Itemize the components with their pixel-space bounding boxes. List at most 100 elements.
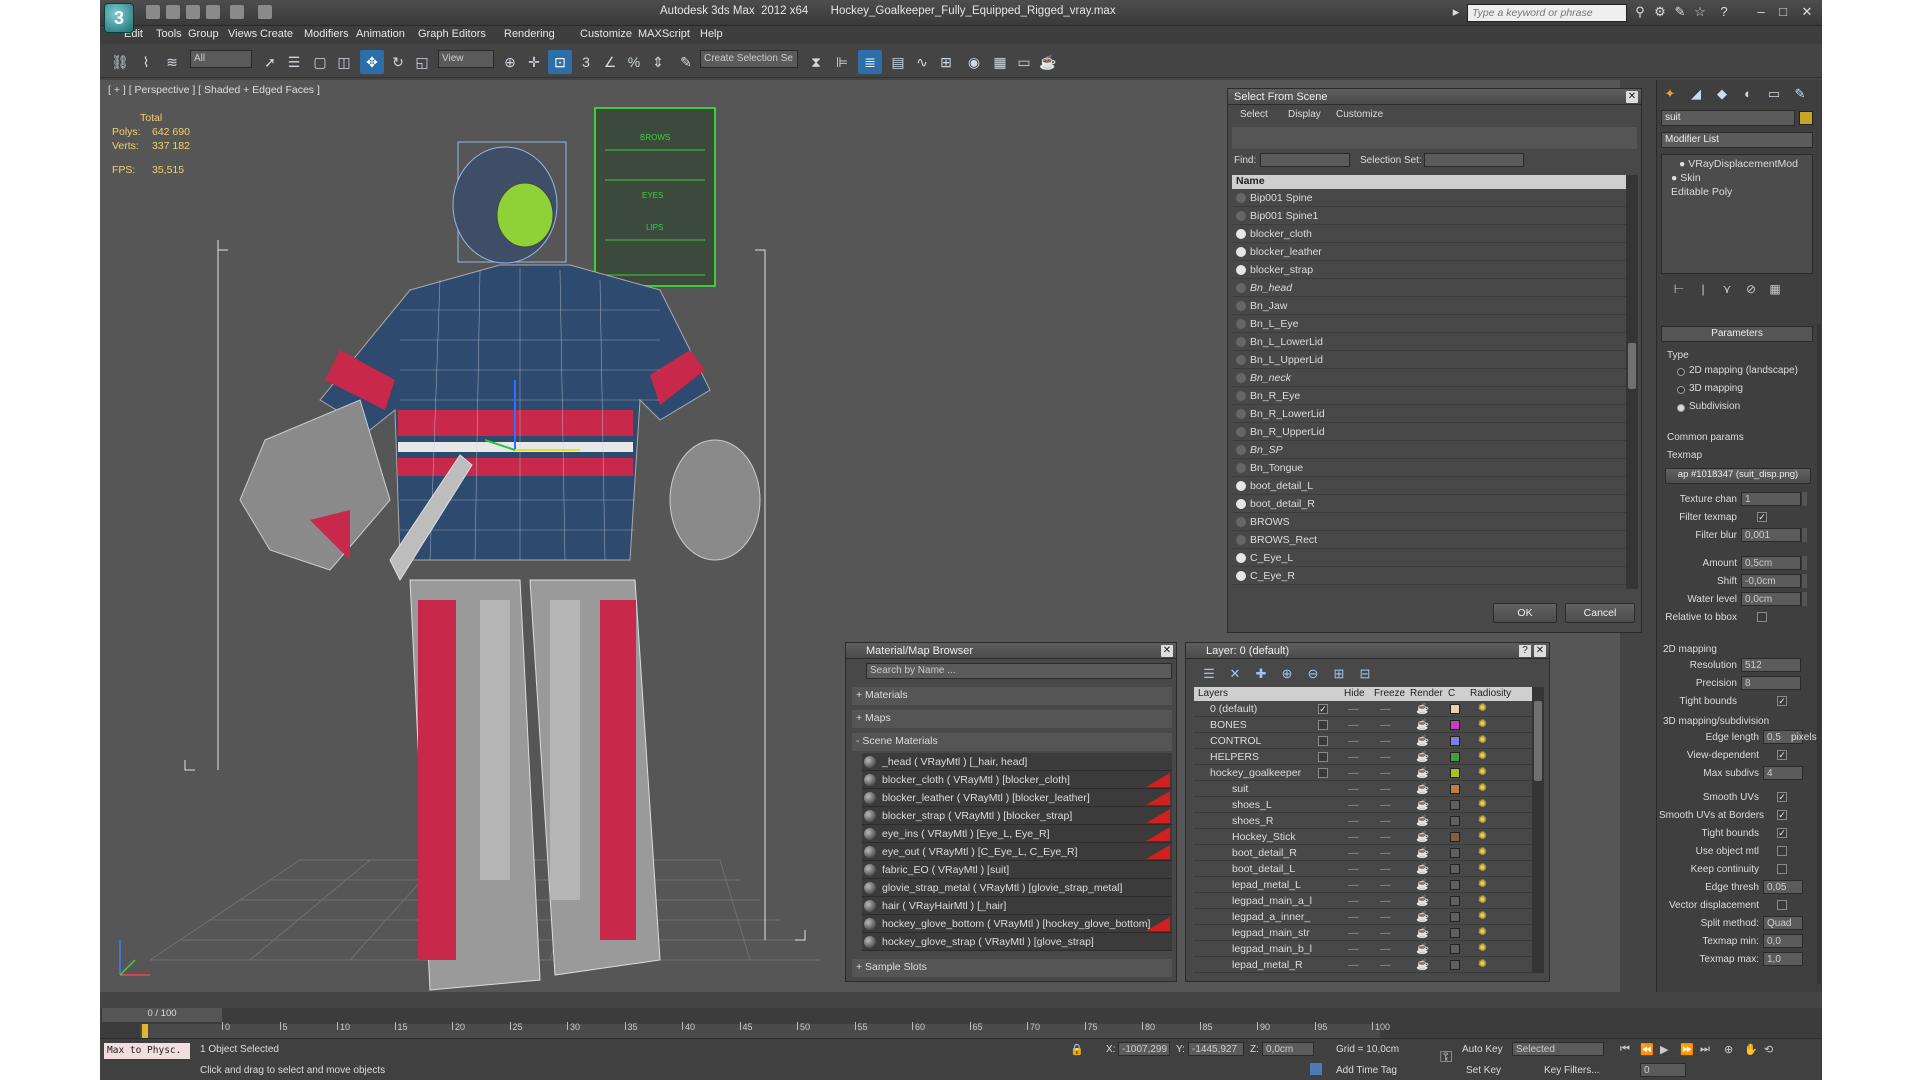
resolution-field[interactable]: 512 bbox=[1741, 658, 1801, 672]
edit-named-selection-icon[interactable]: ✎ bbox=[674, 50, 698, 74]
percent-snap-icon[interactable]: % bbox=[622, 50, 646, 74]
ok-button[interactable]: OK bbox=[1493, 603, 1557, 623]
list-scrollbar[interactable] bbox=[1626, 175, 1638, 589]
stack-tool-icon-4[interactable]: ▦ bbox=[1767, 282, 1783, 298]
stack-tool-icon-1[interactable]: | bbox=[1695, 282, 1711, 298]
time-slider[interactable]: 0 / 100 bbox=[102, 1008, 222, 1022]
scrollbar-thumb[interactable] bbox=[1534, 701, 1542, 781]
stack-tool-icon-0[interactable]: ⊢ bbox=[1671, 282, 1687, 298]
freeze-toggle[interactable]: — bbox=[1380, 959, 1391, 971]
list-item[interactable]: blocker_strap ( VRayMtl ) [blocker_strap… bbox=[862, 807, 1172, 825]
filter-blur-field[interactable]: 0,001 bbox=[1741, 528, 1801, 542]
dialog-menu-select[interactable]: Select bbox=[1240, 109, 1268, 120]
table-row[interactable]: Hockey_Stick — — ☕ ✺ bbox=[1194, 829, 1532, 845]
layer-color-swatch[interactable] bbox=[1450, 800, 1460, 810]
amount-field[interactable]: 0,5cm bbox=[1741, 556, 1801, 570]
render-teapot-icon[interactable]: ☕ bbox=[1416, 878, 1429, 891]
list-item[interactable]: Bn_L_LowerLid bbox=[1232, 333, 1626, 351]
table-row[interactable]: shoes_R — — ☕ ✺ bbox=[1194, 813, 1532, 829]
max-subdivs-field[interactable]: 4 bbox=[1763, 766, 1803, 780]
goto-start-icon[interactable]: ⏮ bbox=[1620, 1043, 1630, 1056]
list-item[interactable]: glovie_strap_metal ( VRayMtl ) [glovie_s… bbox=[862, 879, 1172, 897]
table-row[interactable]: suit — — ☕ ✺ bbox=[1194, 781, 1532, 797]
radiosity-icon[interactable]: ✺ bbox=[1478, 830, 1487, 842]
layer-tool-icon-0[interactable]: ☰ bbox=[1200, 666, 1218, 684]
layer-color-swatch[interactable] bbox=[1450, 704, 1460, 714]
modifier-list-dropdown[interactable]: Modifier List bbox=[1661, 132, 1813, 148]
layer-tool-icon-4[interactable]: ⊖ bbox=[1304, 666, 1322, 684]
hide-toggle[interactable]: — bbox=[1348, 767, 1359, 779]
hide-toggle[interactable]: — bbox=[1348, 959, 1359, 971]
freeze-toggle[interactable]: — bbox=[1380, 927, 1391, 939]
layer-color-swatch[interactable] bbox=[1450, 848, 1460, 858]
group-sample-slots[interactable]: + Sample Slots bbox=[852, 959, 1172, 977]
menu-rendering[interactable]: Rendering bbox=[504, 28, 555, 40]
freeze-toggle[interactable]: — bbox=[1380, 767, 1391, 779]
render-teapot-icon[interactable]: ☕ bbox=[1416, 830, 1429, 843]
cancel-button[interactable]: Cancel bbox=[1565, 603, 1635, 623]
layer-color-swatch[interactable] bbox=[1450, 880, 1460, 890]
list-item[interactable]: Bn_head bbox=[1232, 279, 1626, 297]
smooth-uvs-borders-checkbox[interactable]: ✓ bbox=[1777, 810, 1787, 820]
zoom-icon[interactable]: ⊕ bbox=[1724, 1043, 1733, 1056]
goto-end-icon[interactable]: ⏭ bbox=[1700, 1043, 1710, 1056]
object-list[interactable]: Bip001 Spine Bip001 Spine1 blocker_cloth bl… bbox=[1232, 189, 1626, 589]
layer-active-checkbox[interactable] bbox=[1318, 736, 1328, 746]
tight-bounds-checkbox[interactable]: ✓ bbox=[1777, 696, 1787, 706]
freeze-toggle[interactable]: — bbox=[1380, 911, 1391, 923]
menu-graph-editors[interactable]: Graph Editors bbox=[418, 28, 486, 40]
layer-active-checkbox[interactable]: ✓ bbox=[1318, 704, 1328, 714]
select-from-scene-dialog[interactable]: Select From Scene ✕ Select Display Customi… bbox=[1227, 88, 1642, 633]
render-production-icon[interactable]: ☕ bbox=[1036, 50, 1060, 74]
render-teapot-icon[interactable]: ☕ bbox=[1416, 814, 1429, 827]
freeze-toggle[interactable]: — bbox=[1380, 879, 1391, 891]
list-item[interactable]: Bn_R_UpperLid bbox=[1232, 423, 1626, 441]
layer-tool-icon-5[interactable]: ⊞ bbox=[1330, 666, 1348, 684]
rect-selection-icon[interactable]: ▢ bbox=[308, 50, 332, 74]
render-setup-icon[interactable]: ▦ bbox=[988, 50, 1012, 74]
modifier-stack-item[interactable]: Editable Poly bbox=[1671, 186, 1732, 200]
water-level-spinner[interactable] bbox=[1801, 592, 1807, 606]
list-item[interactable]: Bn_L_UpperLid bbox=[1232, 351, 1626, 369]
close-icon[interactable]: ✕ bbox=[1626, 91, 1638, 103]
layer-col-render[interactable]: Render bbox=[1410, 688, 1443, 699]
view-dependent-checkbox[interactable]: ✓ bbox=[1777, 750, 1787, 760]
tight-bounds-3d-checkbox[interactable]: ✓ bbox=[1777, 828, 1787, 838]
list-item[interactable]: C_Eye_R bbox=[1232, 567, 1626, 585]
menu-create[interactable]: Create bbox=[260, 28, 293, 40]
relative-bbox-checkbox[interactable] bbox=[1757, 612, 1767, 622]
freeze-toggle[interactable]: — bbox=[1380, 847, 1391, 859]
render-teapot-icon[interactable]: ☕ bbox=[1416, 926, 1429, 939]
layer-manager[interactable]: Layer: 0 (default) ? ✕ Layers Hide Freeze R… bbox=[1185, 642, 1550, 982]
orbit-icon[interactable]: ⟲ bbox=[1764, 1043, 1773, 1056]
hide-toggle[interactable]: — bbox=[1348, 911, 1359, 923]
freeze-toggle[interactable]: — bbox=[1380, 799, 1391, 811]
list-item[interactable]: Bn_R_LowerLid bbox=[1232, 405, 1626, 423]
cmd-tab-4[interactable]: ▭ bbox=[1765, 86, 1783, 104]
list-item[interactable]: BROWS_Rect bbox=[1232, 531, 1626, 549]
menu-maxscript[interactable]: MAXScript bbox=[638, 28, 690, 40]
curve-editor-icon[interactable]: ∿ bbox=[910, 50, 934, 74]
layer-col-layers[interactable]: Layers bbox=[1198, 688, 1228, 699]
layer-color-swatch[interactable] bbox=[1450, 944, 1460, 954]
radiosity-icon[interactable]: ✺ bbox=[1478, 814, 1487, 826]
selection-set-dropdown[interactable] bbox=[1424, 153, 1524, 167]
layer-tool-icon-6[interactable]: ⊟ bbox=[1356, 666, 1374, 684]
mirror-icon[interactable]: ⧗ bbox=[804, 50, 828, 74]
menu-modifiers[interactable]: Modifiers bbox=[304, 28, 349, 40]
layer-color-swatch[interactable] bbox=[1450, 752, 1460, 762]
layer-color-swatch[interactable] bbox=[1450, 832, 1460, 842]
layer-color-swatch[interactable] bbox=[1450, 784, 1460, 794]
render-teapot-icon[interactable]: ☕ bbox=[1416, 958, 1429, 971]
layer-active-checkbox[interactable] bbox=[1318, 720, 1328, 730]
texmap-max-field[interactable]: 1,0 bbox=[1763, 952, 1803, 966]
bind-spacewarp-icon[interactable]: ≋ bbox=[160, 50, 184, 74]
move-icon[interactable]: ✥ bbox=[360, 50, 384, 74]
menu-animation[interactable]: Animation bbox=[356, 28, 405, 40]
radiosity-icon[interactable]: ✺ bbox=[1478, 750, 1487, 762]
list-item[interactable]: fabric_EO ( VRayMtl ) [suit] bbox=[862, 861, 1172, 879]
texmap-button[interactable]: ap #1018347 (suit_disp.png) bbox=[1665, 468, 1811, 484]
render-teapot-icon[interactable]: ☕ bbox=[1416, 846, 1429, 859]
freeze-toggle[interactable]: — bbox=[1380, 895, 1391, 907]
favorites-star-icon[interactable]: ☆ bbox=[1692, 4, 1708, 20]
